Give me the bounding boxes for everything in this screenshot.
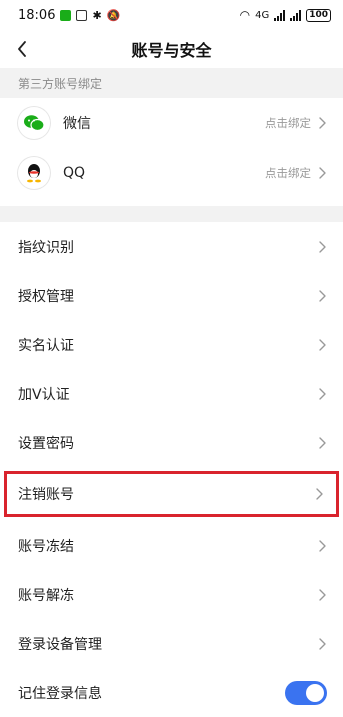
chevron-right-icon [317, 166, 327, 180]
chevron-right-icon [317, 637, 327, 651]
bluetooth-icon: ✱ [92, 8, 102, 22]
nav-bar: 账号与安全 [0, 30, 343, 68]
back-button[interactable] [10, 36, 34, 62]
chevron-right-icon [317, 338, 327, 352]
bind-row-qq[interactable]: QQ 点击绑定 [0, 148, 343, 198]
menu-item-label: 设置密码 [18, 435, 74, 452]
menu-item-label: 实名认证 [18, 337, 74, 354]
mute-icon: 🔕 [106, 8, 121, 22]
menu-item-label: 账号解冻 [18, 587, 74, 604]
menu-item-login-devices[interactable]: 登录设备管理 [0, 619, 343, 668]
status-bar-right: ◠ 4G 100 [240, 8, 331, 22]
menu-item-delete-account[interactable]: 注销账号 [4, 471, 339, 517]
bind-row-wechat[interactable]: 微信 点击绑定 [0, 98, 343, 148]
signal-icon-2 [290, 9, 302, 21]
section-divider [0, 206, 343, 222]
menu-item-label: 加V认证 [18, 386, 70, 403]
menu-item-unfreeze-account[interactable]: 账号解冻 [0, 570, 343, 619]
toggle-knob [306, 683, 324, 702]
menu-item-label: 指纹识别 [18, 239, 74, 256]
qq-bind-status: 点击绑定 [265, 166, 311, 180]
chevron-right-icon [317, 539, 327, 553]
wechat-bind-status: 点击绑定 [265, 116, 311, 130]
chevron-right-icon [317, 116, 327, 130]
chevron-right-icon [317, 240, 327, 254]
chevron-right-icon [317, 436, 327, 450]
chevron-right-icon [314, 487, 324, 501]
menu-item-remember-login: 记住登录信息 [0, 668, 343, 717]
signal-icon [274, 9, 286, 21]
third-party-header: 第三方账号绑定 [0, 68, 343, 98]
page-title: 账号与安全 [131, 41, 212, 60]
chevron-right-icon [317, 289, 327, 303]
status-bar: 18:06 ✱ 🔕 ◠ 4G 100 [0, 0, 343, 30]
back-arrow-icon [18, 41, 26, 57]
network-label: 4G [255, 9, 270, 21]
menu-item-authorization[interactable]: 授权管理 [0, 271, 343, 320]
menu-item-label: 账号冻结 [18, 538, 74, 555]
wifi-icon: ◠ [239, 8, 251, 22]
chevron-right-icon [317, 387, 327, 401]
qq-icon [18, 157, 50, 189]
menu-item-label: 登录设备管理 [18, 636, 102, 653]
nfc-icon [76, 9, 88, 21]
menu-item-fingerprint[interactable]: 指纹识别 [0, 222, 343, 271]
menu-item-set-password[interactable]: 设置密码 [0, 418, 343, 467]
battery-icon: 100 [306, 8, 331, 22]
menu-item-freeze-account[interactable]: 账号冻结 [0, 521, 343, 570]
menu-item-label: 注销账号 [18, 487, 74, 503]
wechat-icon [18, 107, 50, 139]
wechat-label: 微信 [63, 116, 91, 132]
status-time: 18:06 [18, 7, 56, 23]
menu-item-real-name[interactable]: 实名认证 [0, 320, 343, 369]
wechat-notification-icon [60, 9, 72, 21]
status-bar-left: 18:06 ✱ 🔕 [18, 8, 120, 23]
qq-label: QQ [63, 165, 86, 181]
chevron-right-icon [317, 588, 327, 602]
menu-item-label: 授权管理 [18, 288, 74, 305]
remember-login-toggle[interactable] [285, 680, 327, 705]
menu-item-v-verification[interactable]: 加V认证 [0, 369, 343, 418]
